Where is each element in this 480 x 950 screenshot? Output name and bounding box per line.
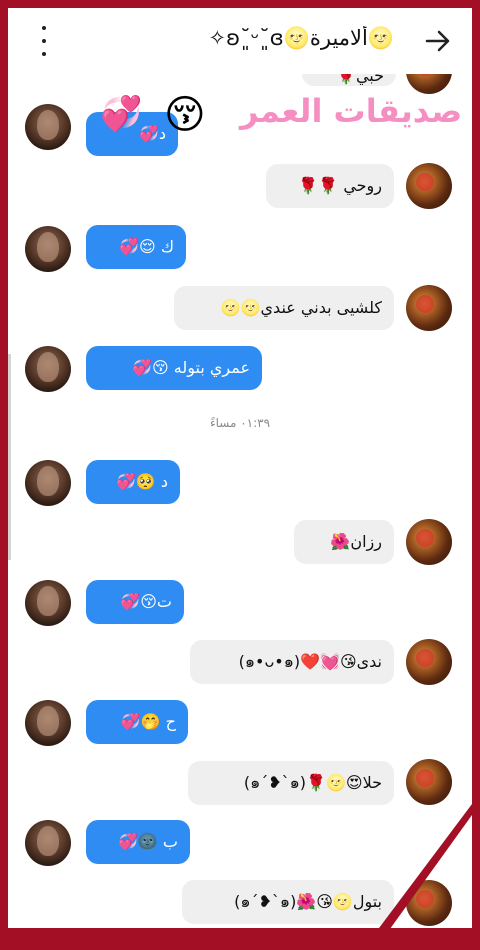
user-avatar[interactable] bbox=[25, 226, 71, 272]
contact-avatar[interactable] bbox=[406, 639, 452, 685]
received-message[interactable]: ندى😘💓❤️(๑•ᴗ•๑) bbox=[190, 640, 394, 684]
arrow-right-icon[interactable] bbox=[424, 28, 452, 54]
sent-message[interactable]: ع‍مري بتوله 😚💞 bbox=[86, 346, 262, 390]
user-avatar[interactable] bbox=[25, 460, 71, 506]
sent-message[interactable]: د 🥺💞 bbox=[86, 460, 180, 504]
received-message[interactable]: بتول🌝😘🌺(๑ˊ❥ˋ๑) bbox=[182, 880, 394, 924]
kiss-emoji-sticker: 😚 bbox=[164, 92, 206, 138]
user-avatar[interactable] bbox=[25, 346, 71, 392]
user-avatar[interactable] bbox=[25, 580, 71, 626]
received-message[interactable]: رزان🌺 bbox=[294, 520, 394, 564]
chat-title[interactable]: 🌝ألاميرة🌝ʚ˘͈ᵕ˘͈ɞ✧ bbox=[94, 26, 394, 56]
more-vertical-icon[interactable] bbox=[36, 26, 52, 56]
sent-message[interactable]: ب 🌚💞 bbox=[86, 820, 190, 864]
contact-avatar[interactable] bbox=[406, 285, 452, 331]
sent-message[interactable]: ك 😌💞 bbox=[86, 225, 186, 269]
frame-corner-decoration bbox=[370, 793, 480, 940]
user-avatar[interactable] bbox=[25, 104, 71, 150]
scrollbar[interactable] bbox=[8, 354, 11, 560]
user-avatar[interactable] bbox=[25, 820, 71, 866]
message-timestamp: ٠١:٣٩ مساءً bbox=[209, 416, 271, 430]
received-message[interactable]: روحي 🌹🌹 bbox=[266, 164, 394, 208]
sent-message[interactable]: ح 🤭💞 bbox=[86, 700, 188, 744]
contact-avatar[interactable] bbox=[406, 519, 452, 565]
received-message[interactable]: حلا😍🌝🌹(๑ˊ❥ˋ๑) bbox=[188, 761, 394, 805]
sent-message[interactable]: ت😚💞 bbox=[86, 580, 184, 624]
heart-sticker: 💞 bbox=[100, 94, 143, 134]
chat-header: 🌝ألاميرة🌝ʚ˘͈ᵕ˘͈ɞ✧ bbox=[8, 8, 472, 74]
received-message[interactable]: كلشيى بدني عندي🌝🌝 bbox=[174, 286, 394, 330]
contact-avatar[interactable] bbox=[406, 163, 452, 209]
overlay-caption: صديقات العمر bbox=[240, 92, 463, 130]
user-avatar[interactable] bbox=[25, 700, 71, 746]
